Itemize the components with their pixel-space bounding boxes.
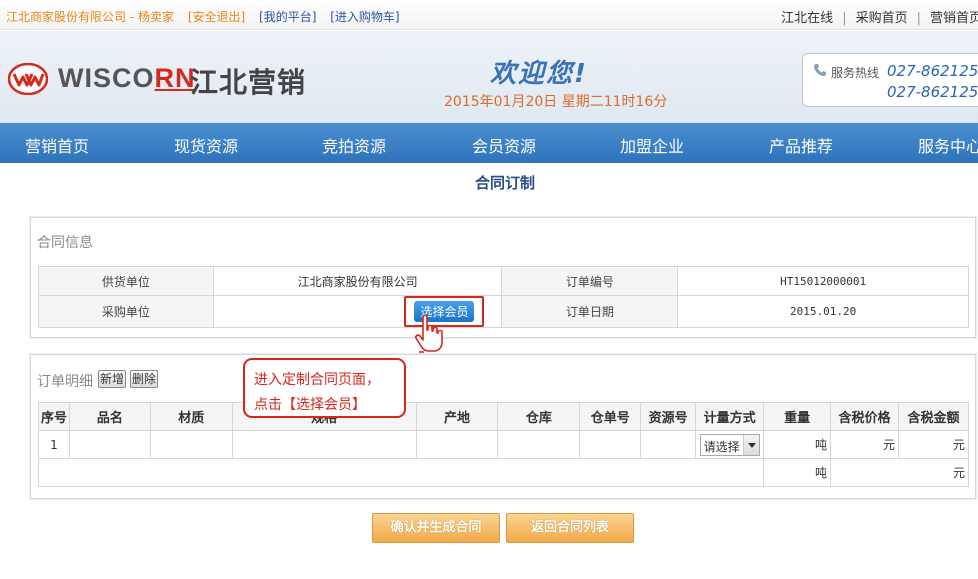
order-detail-title: 订单明细 [37,374,93,390]
top-links: 江北在线 | 采购首页 | 营销首页 [781,7,978,26]
hotline-label: 服务热线 [831,66,880,80]
main-nav: 营销首页 现货资源 竞拍资源 会员资源 加盟企业 产品推荐 服务中心 [0,123,978,163]
total-row: 吨 元 [37,458,969,487]
callout-line-1: 进入定制合同页面， [254,372,380,388]
order-number-label: 订单编号 [501,266,679,296]
marketing-home-link[interactable]: 营销首页 [930,11,978,26]
instruction-callout: 进入定制合同页面， 点击【选择会员】 [243,358,406,418]
top-bar: 江北商家股份有限公司 - 杨卖家 [安全退出] [我的平台] [进入购物车] 江… [0,0,978,30]
row-index: 1 [38,430,70,459]
delete-row-button[interactable]: 删除 [130,370,159,388]
company-name: 江北商家股份有限公司 [6,10,127,24]
origin-cell[interactable] [415,430,499,459]
purchase-home-link[interactable]: 采购首页 [856,11,908,26]
order-date-label: 订单日期 [501,295,679,328]
col-header: 仓单号 [579,402,642,431]
total-label-cell [37,458,765,487]
wisco-logo-icon [8,63,48,95]
nav-spot-resources[interactable]: 现货资源 [174,133,238,157]
current-datetime: 2015年01月20日 星期二11时16分 [444,94,668,110]
shopping-cart-link[interactable]: [进入购物车] [330,10,399,24]
total-weight: 吨 [763,458,832,487]
col-header: 计量方式 [695,402,765,431]
page-title: 合同订制 [474,174,535,192]
callout-line-2: 点击【选择会员】 [254,397,366,413]
table-row: 1 请选择 吨 元 元 [38,430,970,459]
supplier-label: 供货单位 [38,266,214,296]
nav-product-recommend[interactable]: 产品推荐 [769,133,833,157]
order-detail-table: 序号 品名 材质 规格 产地 仓库 仓单号 资源号 计量方式 重量 含税价格 含… [37,402,970,487]
nav-service-center[interactable]: 服务中心 [918,133,978,157]
resource-number-cell[interactable] [640,430,697,459]
seller-name: 杨卖家 [137,10,174,24]
col-header: 含税价格 [830,402,899,431]
logo-wordmark: WISCORN [58,63,196,93]
my-platform-link[interactable]: [我的平台] [259,10,316,24]
nav-auction-resources[interactable]: 竞拍资源 [322,133,386,157]
table-header-row: 序号 品名 材质 规格 产地 仓库 仓单号 资源号 计量方式 重量 含税价格 含… [38,402,970,431]
order-date-value: 2015.01.20 [677,295,969,328]
amount-cell: 元 [897,430,970,459]
spec-cell[interactable] [231,430,417,459]
nav-partner-companies[interactable]: 加盟企业 [620,133,684,157]
measure-method-cell: 请选择 [695,430,765,459]
service-hotline: 服务热线 027-86212566 027-86212599 [802,53,978,107]
table-row: 供货单位 江北商家股份有限公司 订单编号 HT15012000001 [38,266,969,296]
col-header: 含税金额 [897,402,970,431]
warehouse-cell[interactable] [497,430,581,459]
add-row-button[interactable]: 新增 [98,370,127,388]
nav-member-resources[interactable]: 会员资源 [472,133,536,157]
total-amount: 元 [830,458,969,487]
welcome-text: 欢迎您! [490,59,588,89]
divider: | [842,11,847,26]
confirm-generate-contract-button[interactable]: 确认并生成合同 [372,513,500,543]
buyer-value-cell: 选择会员 [212,295,503,328]
hotline-number-2: 027-86212599 [887,83,978,101]
col-header: 品名 [68,402,151,431]
col-header: 序号 [38,402,70,431]
hotline-number-1: 027-86212566 [887,62,978,80]
order-number-value: HT15012000001 [677,266,969,296]
material-cell[interactable] [149,430,233,459]
warehouse-receipt-cell[interactable] [579,430,642,459]
site-header: WISCORN 江北营销 欢迎您! 2015年01月20日 星期二11时16分 … [0,31,978,123]
phone-icon [814,64,826,76]
col-header: 产地 [415,402,499,431]
col-header: 资源号 [640,402,697,431]
weight-cell: 吨 [763,430,832,459]
name-separator: - [126,10,138,24]
divider: | [916,11,921,26]
price-cell: 元 [830,430,899,459]
back-to-contract-list-button[interactable]: 返回合同列表 [506,513,634,543]
contract-info-panel: 合同信息 供货单位 江北商家股份有限公司 订单编号 HT15012000001 … [30,217,976,338]
col-header: 仓库 [497,402,581,431]
jiangbei-online-link[interactable]: 江北在线 [781,11,833,26]
buyer-label: 采购单位 [38,295,214,328]
logout-link[interactable]: [安全退出] [188,10,245,24]
table-row: 采购单位 选择会员 订单日期 2015.01.20 [38,295,969,328]
measure-method-select[interactable]: 请选择 [699,433,760,456]
supplier-value: 江北商家股份有限公司 [212,266,503,296]
hand-cursor-icon [415,314,443,353]
logo-chinese-name: 江北营销 [190,66,307,99]
product-name-cell[interactable] [68,430,151,459]
chevron-down-icon [742,434,759,455]
nav-marketing-home[interactable]: 营销首页 [25,133,89,157]
contract-info-table: 供货单位 江北商家股份有限公司 订单编号 HT15012000001 采购单位 … [38,266,969,328]
contract-info-title: 合同信息 [37,235,93,251]
order-detail-panel: 订单明细 新增 删除 序号 品名 材质 规格 产地 仓库 仓单号 资源号 计量方… [30,354,976,499]
col-header: 重量 [763,402,832,431]
user-info: 江北商家股份有限公司 - 杨卖家 [安全退出] [我的平台] [进入购物车] [6,8,400,25]
col-header: 材质 [149,402,233,431]
